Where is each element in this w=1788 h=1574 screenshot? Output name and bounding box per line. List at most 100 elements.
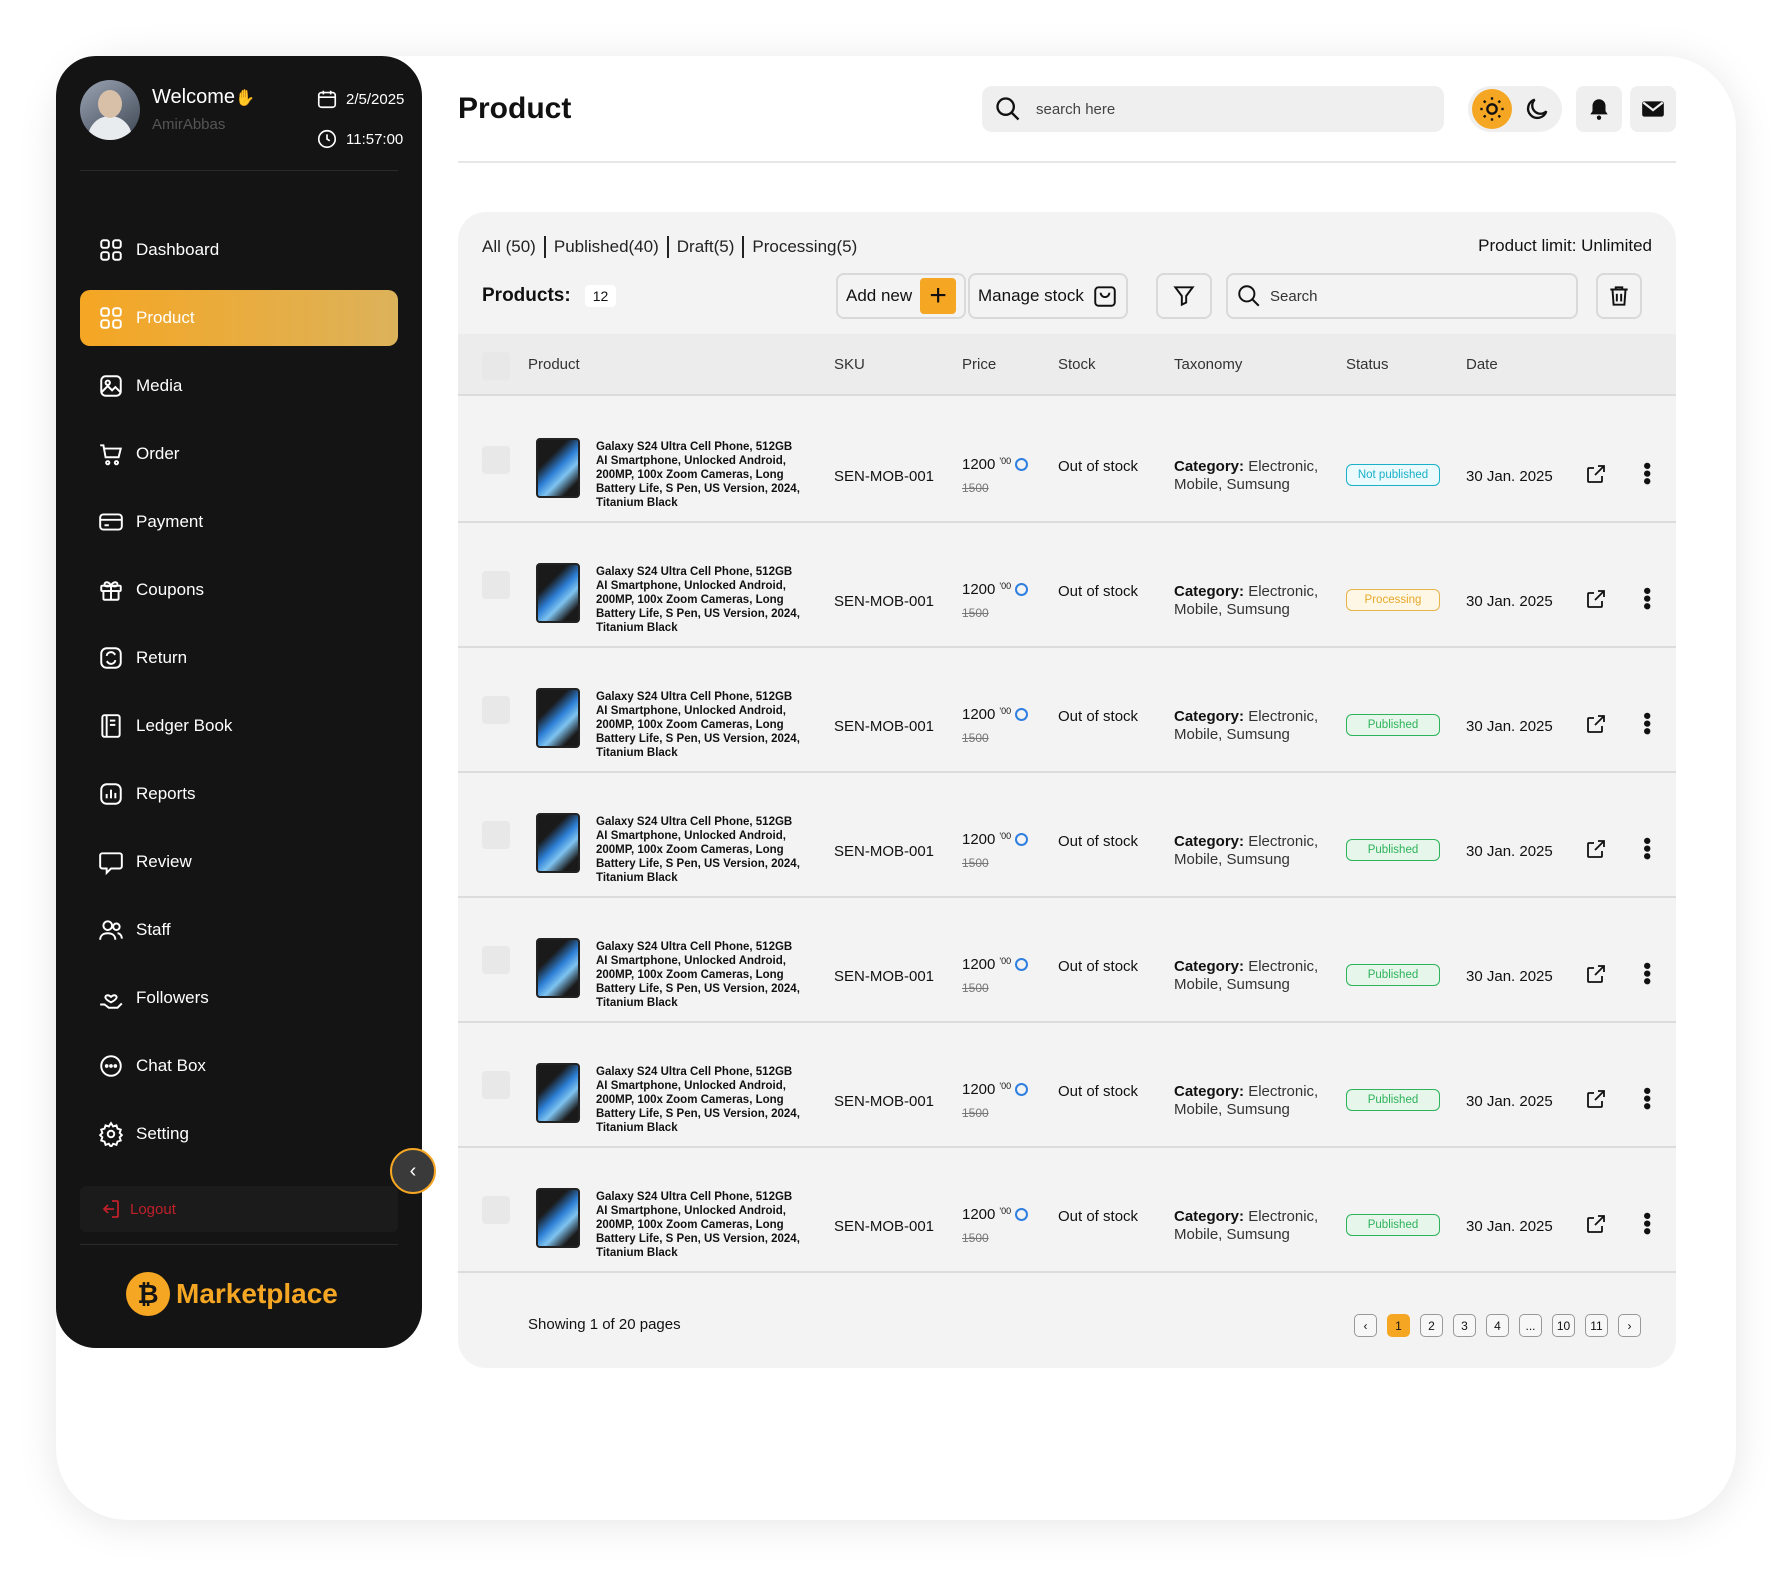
product-search-input[interactable]: Search: [1226, 273, 1578, 319]
manage-stock-button[interactable]: Manage stock: [968, 273, 1128, 319]
select-all-checkbox[interactable]: [482, 352, 510, 380]
page-button[interactable]: ...: [1519, 1314, 1542, 1337]
product-name[interactable]: Galaxy S24 Ultra Cell Phone, 512GB AI Sm…: [596, 1190, 806, 1260]
next-page-button[interactable]: ›: [1618, 1314, 1641, 1337]
dark-mode-button[interactable]: [1520, 92, 1554, 126]
row-more-button[interactable]: •••: [1635, 1212, 1660, 1235]
sidebar-item-order[interactable]: Order: [80, 426, 398, 482]
open-product-button[interactable]: [1584, 1087, 1608, 1116]
product-old-price: 1500: [962, 606, 989, 620]
tab-separator: [543, 236, 546, 258]
time-display: 11:57:00: [316, 128, 403, 150]
row-checkbox[interactable]: [482, 1196, 510, 1224]
row-checkbox[interactable]: [482, 821, 510, 849]
row-checkbox[interactable]: [482, 571, 510, 599]
table-row[interactable]: Galaxy S24 Ultra Cell Phone, 512GB AI Sm…: [458, 773, 1676, 898]
row-more-button[interactable]: •••: [1635, 712, 1660, 735]
sidebar-item-staff[interactable]: Staff: [80, 902, 398, 958]
page-button[interactable]: 11: [1585, 1314, 1608, 1337]
open-product-button[interactable]: [1584, 462, 1608, 491]
row-more-button[interactable]: •••: [1635, 587, 1660, 610]
column-sku[interactable]: SKU: [834, 356, 865, 373]
prev-page-button[interactable]: ‹: [1354, 1314, 1377, 1337]
product-name[interactable]: Galaxy S24 Ultra Cell Phone, 512GB AI Sm…: [596, 690, 806, 760]
tab-draft[interactable]: Draft(5): [677, 237, 735, 257]
column-status[interactable]: Status: [1346, 356, 1389, 373]
table-row[interactable]: Galaxy S24 Ultra Cell Phone, 512GB AI Sm…: [458, 648, 1676, 773]
column-product[interactable]: Product: [528, 356, 580, 373]
delete-button[interactable]: [1596, 273, 1642, 319]
row-checkbox[interactable]: [482, 1071, 510, 1099]
bell-icon: [1590, 99, 1608, 120]
row-checkbox[interactable]: [482, 946, 510, 974]
page-button[interactable]: 2: [1420, 1314, 1443, 1337]
table-row[interactable]: Galaxy S24 Ultra Cell Phone, 512GB AI Sm…: [458, 898, 1676, 1023]
theme-toggle[interactable]: [1468, 86, 1562, 132]
sidebar-item-setting[interactable]: Setting: [80, 1106, 398, 1162]
column-stock[interactable]: Stock: [1058, 356, 1096, 373]
status-badge: Published: [1346, 839, 1440, 861]
row-checkbox[interactable]: [482, 696, 510, 724]
row-more-button[interactable]: •••: [1635, 837, 1660, 860]
product-old-price: 1500: [962, 1231, 989, 1245]
product-thumbnail: [536, 813, 580, 873]
table-row[interactable]: Galaxy S24 Ultra Cell Phone, 512GB AI Sm…: [458, 523, 1676, 648]
product-old-price: 1500: [962, 856, 989, 870]
open-product-button[interactable]: [1584, 587, 1608, 616]
tab-processing[interactable]: Processing(5): [752, 237, 857, 257]
sidebar-item-coupons[interactable]: Coupons: [80, 562, 398, 618]
open-product-button[interactable]: [1584, 962, 1608, 991]
product-stock: Out of stock: [1058, 708, 1139, 725]
sidebar-item-return[interactable]: Return: [80, 630, 398, 686]
product-name[interactable]: Galaxy S24 Ultra Cell Phone, 512GB AI Sm…: [596, 940, 806, 1010]
basket-icon: [1094, 286, 1116, 307]
sidebar: Welcome✋ AmirAbbas 2/5/2025 11:57:00 Das…: [56, 56, 422, 1348]
card-icon: [99, 513, 123, 531]
sidebar-item-reports[interactable]: Reports: [80, 766, 398, 822]
page-button[interactable]: 4: [1486, 1314, 1509, 1337]
column-date[interactable]: Date: [1466, 356, 1498, 373]
row-more-button[interactable]: •••: [1635, 462, 1660, 485]
header-divider: [458, 161, 1676, 163]
collapse-sidebar-button[interactable]: ‹: [390, 1148, 436, 1194]
row-more-button[interactable]: •••: [1635, 1087, 1660, 1110]
filter-button[interactable]: [1156, 273, 1212, 319]
top-search-input[interactable]: search here: [982, 86, 1444, 132]
tab-all[interactable]: All (50): [482, 237, 536, 257]
sidebar-item-product[interactable]: Product: [80, 290, 398, 346]
page-button[interactable]: 3: [1453, 1314, 1476, 1337]
page-button[interactable]: 1: [1387, 1314, 1410, 1337]
avatar[interactable]: [80, 80, 140, 140]
open-product-button[interactable]: [1584, 837, 1608, 866]
product-name[interactable]: Galaxy S24 Ultra Cell Phone, 512GB AI Sm…: [596, 1065, 806, 1135]
product-name[interactable]: Galaxy S24 Ultra Cell Phone, 512GB AI Sm…: [596, 440, 806, 510]
messages-button[interactable]: [1630, 86, 1676, 132]
sidebar-item-dashboard[interactable]: Dashboard: [80, 222, 398, 278]
column-taxonomy[interactable]: Taxonomy: [1174, 356, 1242, 373]
sidebar-item-chat-box[interactable]: Chat Box: [80, 1038, 398, 1094]
table-row[interactable]: Galaxy S24 Ultra Cell Phone, 512GB AI Sm…: [458, 1023, 1676, 1148]
open-product-button[interactable]: [1584, 1212, 1608, 1241]
row-more-button[interactable]: •••: [1635, 962, 1660, 985]
notifications-button[interactable]: [1576, 86, 1622, 132]
column-price[interactable]: Price: [962, 356, 996, 373]
product-name[interactable]: Galaxy S24 Ultra Cell Phone, 512GB AI Sm…: [596, 815, 806, 885]
light-mode-button[interactable]: [1472, 89, 1512, 129]
status-badge: Not published: [1346, 464, 1440, 486]
open-product-button[interactable]: [1584, 712, 1608, 741]
logout-button[interactable]: Logout: [80, 1186, 398, 1232]
currency-icon: [1015, 1208, 1029, 1221]
table-row[interactable]: Galaxy S24 Ultra Cell Phone, 512GB AI Sm…: [458, 1148, 1676, 1273]
sidebar-item-media[interactable]: Media: [80, 358, 398, 414]
row-checkbox[interactable]: [482, 446, 510, 474]
add-new-button[interactable]: Add new +: [836, 273, 967, 319]
sidebar-item-ledger-book[interactable]: Ledger Book: [80, 698, 398, 754]
sidebar-item-followers[interactable]: Followers: [80, 970, 398, 1026]
sidebar-item-review[interactable]: Review: [80, 834, 398, 890]
page-button[interactable]: 10: [1552, 1314, 1575, 1337]
tab-published[interactable]: Published(40): [554, 237, 659, 257]
product-name[interactable]: Galaxy S24 Ultra Cell Phone, 512GB AI Sm…: [596, 565, 806, 635]
sidebar-item-payment[interactable]: Payment: [80, 494, 398, 550]
status-filter-tabs: All (50) Published(40) Draft(5) Processi…: [482, 236, 857, 258]
table-row[interactable]: Galaxy S24 Ultra Cell Phone, 512GB AI Sm…: [458, 398, 1676, 523]
